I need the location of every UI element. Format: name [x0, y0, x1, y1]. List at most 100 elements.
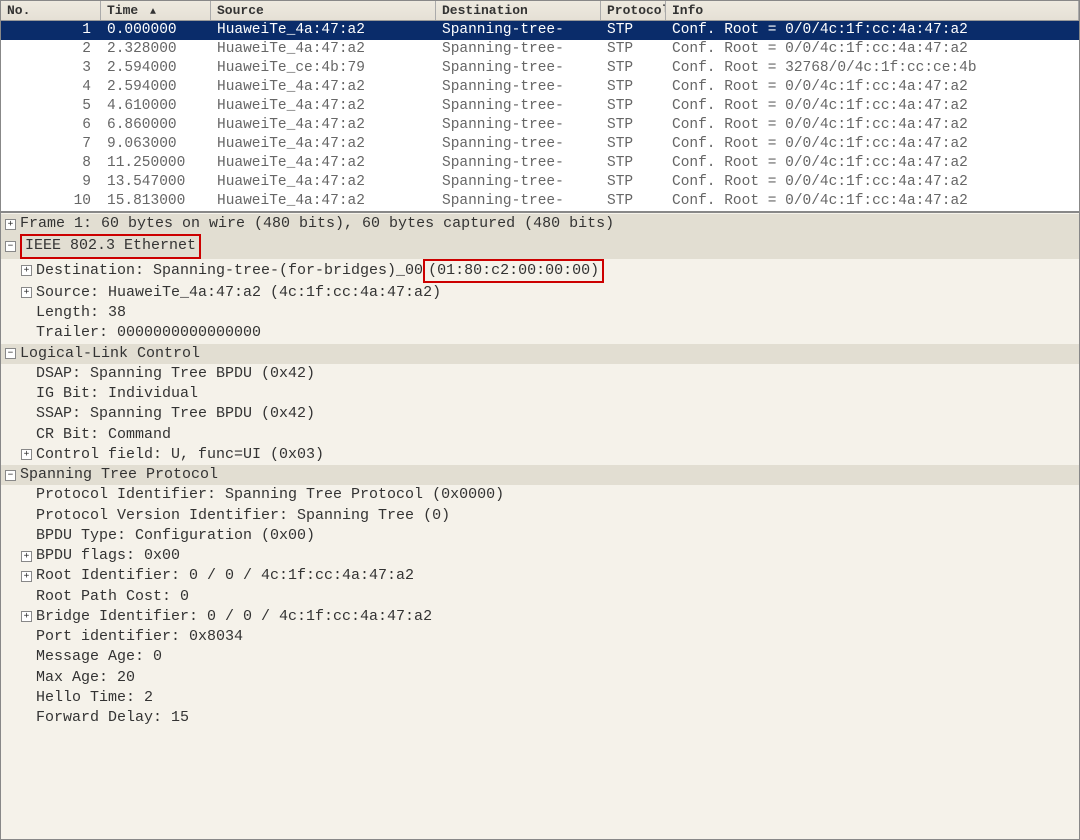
packet-row[interactable]: 79.063000HuaweiTe_4a:47:a2Spanning-tree-…: [1, 135, 1079, 154]
expand-icon[interactable]: +: [21, 551, 32, 562]
cell-col-no: 10: [1, 192, 101, 211]
cell-col-no: 6: [1, 116, 101, 135]
cell-col-proto: STP: [601, 116, 666, 135]
cell-col-dst: Spanning-tree-: [436, 59, 601, 78]
expand-icon[interactable]: +: [21, 287, 32, 298]
expand-icon[interactable]: +: [21, 571, 32, 582]
cell-col-time: 4.610000: [101, 97, 211, 116]
col-header-time-label: Time: [107, 3, 138, 18]
stp-maxage-node[interactable]: Max Age: 20: [1, 668, 1079, 688]
eth-destination-label: Destination: Spanning-tree-(for-bridges)…: [36, 261, 423, 281]
ethernet-node[interactable]: − IEEE 802.3 Ethernet: [1, 234, 1079, 258]
cell-col-no: 7: [1, 135, 101, 154]
eth-trailer-node[interactable]: Trailer: 0000000000000000: [1, 323, 1079, 343]
packet-row[interactable]: 811.250000HuaweiTe_4a:47:a2Spanning-tree…: [1, 154, 1079, 173]
stp-rootcost-label: Root Path Cost: 0: [36, 587, 189, 607]
collapse-icon[interactable]: −: [5, 470, 16, 481]
col-header-no[interactable]: No.: [1, 1, 101, 20]
stp-msgage-node[interactable]: Message Age: 0: [1, 647, 1079, 667]
col-header-protocol[interactable]: Protocol: [601, 1, 666, 20]
expand-icon[interactable]: +: [5, 219, 16, 230]
stp-ver-label: Protocol Version Identifier: Spanning Tr…: [36, 506, 450, 526]
col-header-info[interactable]: Info: [666, 1, 1079, 20]
llc-node[interactable]: − Logical-Link Control: [1, 344, 1079, 364]
cell-col-dst: Spanning-tree-: [436, 116, 601, 135]
cell-col-info: Conf. Root = 0/0/4c:1f:cc:4a:47:a2: [666, 154, 1079, 173]
llc-cr-label: CR Bit: Command: [36, 425, 171, 445]
col-header-source[interactable]: Source: [211, 1, 436, 20]
cell-col-src: HuaweiTe_ce:4b:79: [211, 59, 436, 78]
eth-trailer-label: Trailer: 0000000000000000: [36, 323, 261, 343]
cell-col-time: 2.328000: [101, 40, 211, 59]
llc-ig-node[interactable]: IG Bit: Individual: [1, 384, 1079, 404]
stp-rootcost-node[interactable]: Root Path Cost: 0: [1, 587, 1079, 607]
stp-ver-node[interactable]: Protocol Version Identifier: Spanning Tr…: [1, 506, 1079, 526]
cell-col-dst: Spanning-tree-: [436, 97, 601, 116]
packet-detail-pane: + Frame 1: 60 bytes on wire (480 bits), …: [1, 213, 1079, 729]
frame-node[interactable]: + Frame 1: 60 bytes on wire (480 bits), …: [1, 214, 1079, 234]
stp-fwd-label: Forward Delay: 15: [36, 708, 189, 728]
cell-col-no: 2: [1, 40, 101, 59]
stp-protoid-label: Protocol Identifier: Spanning Tree Proto…: [36, 485, 504, 505]
eth-source-node[interactable]: + Source: HuaweiTe_4a:47:a2 (4c:1f:cc:4a…: [1, 283, 1079, 303]
cell-col-info: Conf. Root = 0/0/4c:1f:cc:4a:47:a2: [666, 192, 1079, 211]
cell-col-src: HuaweiTe_4a:47:a2: [211, 21, 436, 40]
eth-length-node[interactable]: Length: 38: [1, 303, 1079, 323]
packet-row[interactable]: 10.000000HuaweiTe_4a:47:a2Spanning-tree-…: [1, 21, 1079, 40]
packet-row[interactable]: 32.594000HuaweiTe_ce:4b:79Spanning-tree-…: [1, 59, 1079, 78]
packet-row[interactable]: 22.328000HuaweiTe_4a:47:a2Spanning-tree-…: [1, 40, 1079, 59]
stp-protoid-node[interactable]: Protocol Identifier: Spanning Tree Proto…: [1, 485, 1079, 505]
packet-table-body: 10.000000HuaweiTe_4a:47:a2Spanning-tree-…: [1, 21, 1079, 211]
cell-col-info: Conf. Root = 0/0/4c:1f:cc:4a:47:a2: [666, 78, 1079, 97]
cell-col-dst: Spanning-tree-: [436, 21, 601, 40]
stp-bridgeid-node[interactable]: + Bridge Identifier: 0 / 0 / 4c:1f:cc:4a…: [1, 607, 1079, 627]
eth-destination-mac-highlight: (01:80:c2:00:00:00): [423, 259, 604, 283]
stp-node[interactable]: − Spanning Tree Protocol: [1, 465, 1079, 485]
llc-ig-label: IG Bit: Individual: [36, 384, 198, 404]
cell-col-src: HuaweiTe_4a:47:a2: [211, 192, 436, 211]
cell-col-no: 3: [1, 59, 101, 78]
stp-bpdutype-node[interactable]: BPDU Type: Configuration (0x00): [1, 526, 1079, 546]
cell-col-info: Conf. Root = 32768/0/4c:1f:cc:ce:4b: [666, 59, 1079, 78]
expand-icon[interactable]: +: [21, 611, 32, 622]
expand-icon[interactable]: +: [21, 265, 32, 276]
stp-flags-node[interactable]: + BPDU flags: 0x00: [1, 546, 1079, 566]
col-header-time[interactable]: Time ▲: [101, 1, 211, 20]
cell-col-dst: Spanning-tree-: [436, 78, 601, 97]
stp-hello-node[interactable]: Hello Time: 2: [1, 688, 1079, 708]
cell-col-info: Conf. Root = 0/0/4c:1f:cc:4a:47:a2: [666, 97, 1079, 116]
cell-col-src: HuaweiTe_4a:47:a2: [211, 40, 436, 59]
frame-label: Frame 1: 60 bytes on wire (480 bits), 60…: [20, 214, 614, 234]
packet-row[interactable]: 54.610000HuaweiTe_4a:47:a2Spanning-tree-…: [1, 97, 1079, 116]
sort-asc-icon: ▲: [150, 7, 156, 18]
cell-col-src: HuaweiTe_4a:47:a2: [211, 154, 436, 173]
cell-col-info: Conf. Root = 0/0/4c:1f:cc:4a:47:a2: [666, 21, 1079, 40]
llc-cr-node[interactable]: CR Bit: Command: [1, 425, 1079, 445]
cell-col-time: 6.860000: [101, 116, 211, 135]
cell-col-info: Conf. Root = 0/0/4c:1f:cc:4a:47:a2: [666, 116, 1079, 135]
packet-row[interactable]: 66.860000HuaweiTe_4a:47:a2Spanning-tree-…: [1, 116, 1079, 135]
cell-col-proto: STP: [601, 192, 666, 211]
eth-destination-node[interactable]: + Destination: Spanning-tree-(for-bridge…: [1, 259, 1079, 283]
packet-row[interactable]: 913.547000HuaweiTe_4a:47:a2Spanning-tree…: [1, 173, 1079, 192]
cell-col-proto: STP: [601, 173, 666, 192]
collapse-icon[interactable]: −: [5, 241, 16, 252]
eth-length-label: Length: 38: [36, 303, 126, 323]
col-header-destination[interactable]: Destination: [436, 1, 601, 20]
llc-ssap-node[interactable]: SSAP: Spanning Tree BPDU (0x42): [1, 404, 1079, 424]
cell-col-no: 8: [1, 154, 101, 173]
eth-source-label: Source: HuaweiTe_4a:47:a2 (4c:1f:cc:4a:4…: [36, 283, 441, 303]
stp-rootid-label: Root Identifier: 0 / 0 / 4c:1f:cc:4a:47:…: [36, 566, 414, 586]
stp-rootid-node[interactable]: + Root Identifier: 0 / 0 / 4c:1f:cc:4a:4…: [1, 566, 1079, 586]
packet-row[interactable]: 1015.813000HuaweiTe_4a:47:a2Spanning-tre…: [1, 192, 1079, 211]
cell-col-proto: STP: [601, 40, 666, 59]
llc-ctrl-node[interactable]: + Control field: U, func=UI (0x03): [1, 445, 1079, 465]
stp-bridgeid-label: Bridge Identifier: 0 / 0 / 4c:1f:cc:4a:4…: [36, 607, 432, 627]
stp-portid-node[interactable]: Port identifier: 0x8034: [1, 627, 1079, 647]
collapse-icon[interactable]: −: [5, 348, 16, 359]
stp-fwd-node[interactable]: Forward Delay: 15: [1, 708, 1079, 728]
llc-dsap-node[interactable]: DSAP: Spanning Tree BPDU (0x42): [1, 364, 1079, 384]
cell-col-src: HuaweiTe_4a:47:a2: [211, 173, 436, 192]
packet-row[interactable]: 42.594000HuaweiTe_4a:47:a2Spanning-tree-…: [1, 78, 1079, 97]
expand-icon[interactable]: +: [21, 449, 32, 460]
